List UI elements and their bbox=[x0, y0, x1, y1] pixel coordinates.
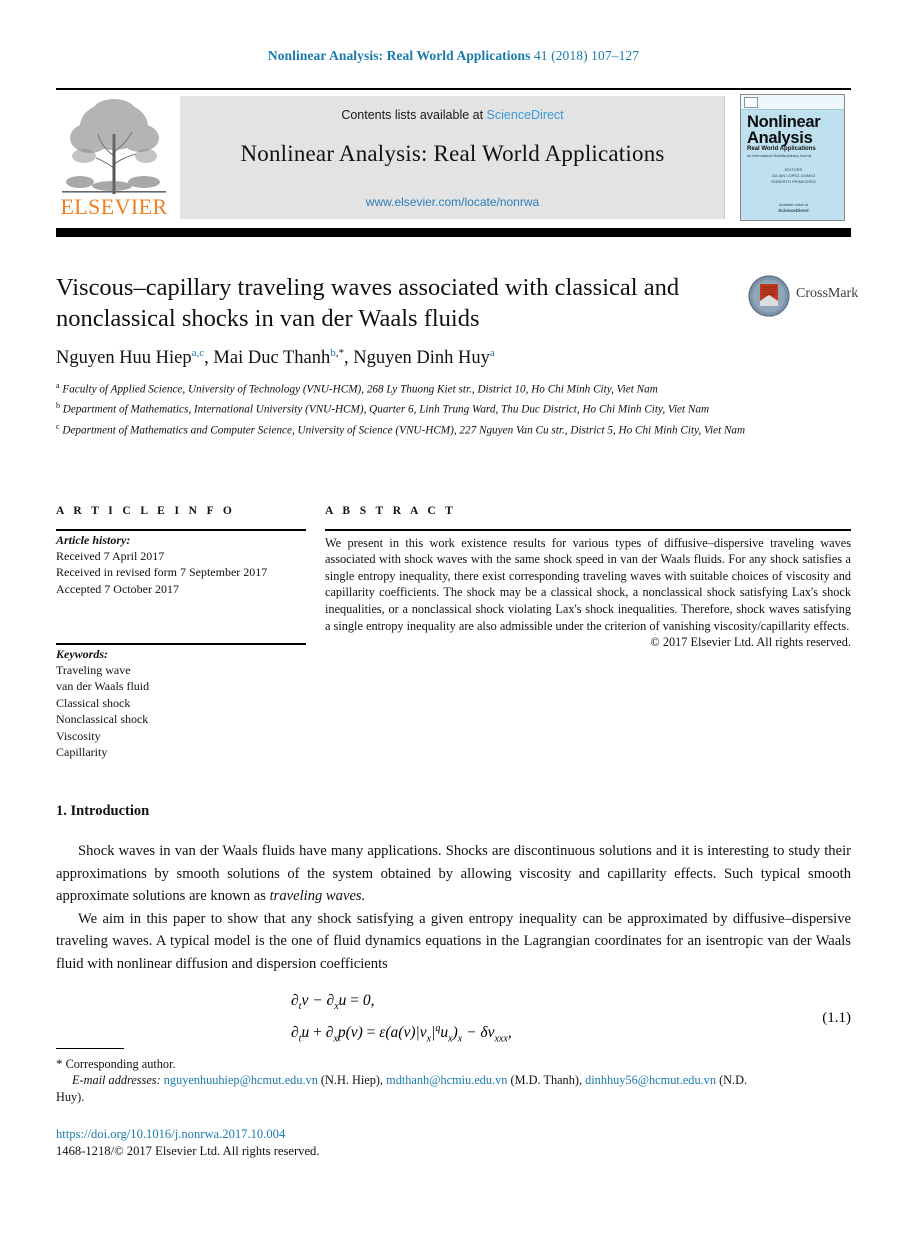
footnote-block: * Corresponding author. E-mail addresses… bbox=[56, 1056, 756, 1105]
journal-cover-thumbnail[interactable]: Nonlinear Analysis Real World Applicatio… bbox=[740, 94, 845, 221]
contents-prefix: Contents lists available at bbox=[341, 108, 487, 122]
keyword-item: Nonclassical shock bbox=[56, 712, 149, 727]
author-list: Nguyen Huu Hiepa,c, Mai Duc Thanhb,*, Ng… bbox=[56, 347, 756, 369]
affiliation-c: c Department of Mathematics and Computer… bbox=[56, 419, 756, 439]
running-head-volume: 41 (2018) 107–127 bbox=[533, 48, 640, 63]
cover-bottom-brand: ScienceDirect bbox=[778, 208, 809, 213]
author-3-name: Nguyen Dinh Huy bbox=[353, 348, 490, 369]
abstract-copyright: © 2017 Elsevier Ltd. All rights reserved… bbox=[650, 635, 851, 650]
journal-homepage-link[interactable]: www.elsevier.com/locate/nonrwa bbox=[180, 195, 725, 209]
doi-link[interactable]: https://doi.org/10.1016/j.nonrwa.2017.10… bbox=[56, 1126, 756, 1143]
masthead-black-band bbox=[56, 228, 851, 237]
cover-title-line2: Analysis bbox=[747, 129, 813, 147]
keyword-item: Viscosity bbox=[56, 728, 101, 743]
article-info-rule bbox=[56, 529, 306, 531]
affiliation-b: b Department of Mathematics, Internation… bbox=[56, 398, 756, 418]
equation-1-1-number: (1.1) bbox=[822, 1010, 851, 1026]
affiliation-a-label: a bbox=[56, 381, 60, 390]
history-item-revised: Received in revised form 7 September 201… bbox=[56, 565, 268, 580]
intro-paragraph-2: We aim in this paper to show that any sh… bbox=[56, 910, 851, 972]
cover-elsevier-mark bbox=[744, 97, 758, 108]
email-link-2[interactable]: mdthanh@hcmiu.edu.vn bbox=[386, 1073, 507, 1087]
paper-page: Nonlinear Analysis: Real World Applicati… bbox=[0, 0, 907, 1238]
keyword-item: van der Waals fluid bbox=[56, 679, 150, 694]
intro-paragraph-1-text: Shock waves in van der Waals fluids have… bbox=[56, 843, 851, 905]
cover-subtitle2: An International Multidisciplinary Journ… bbox=[747, 154, 812, 158]
email-link-1[interactable]: nguyenhuuhiep@hcmut.edu.vn bbox=[164, 1073, 318, 1087]
issn-copyright-line: 1468-1218/© 2017 Elsevier Ltd. All right… bbox=[56, 1143, 320, 1158]
author-1-name: Nguyen Huu Hiep bbox=[56, 348, 192, 369]
cover-subtitle: Real World Applications bbox=[747, 146, 816, 152]
corresponding-author-text: Corresponding author. bbox=[65, 1057, 176, 1071]
article-history-list: Received 7 April 2017 Received in revise… bbox=[56, 548, 306, 598]
crossmark-badge[interactable]: CrossMark bbox=[748, 275, 858, 321]
email-link-3[interactable]: dinhhuy56@hcmut.edu.vn bbox=[585, 1073, 716, 1087]
article-history-title: Article history: bbox=[56, 532, 131, 547]
affiliation-b-text: Department of Mathematics, International… bbox=[62, 404, 710, 417]
footnote-separator bbox=[56, 1048, 124, 1050]
history-item-accepted: Accepted 7 October 2017 bbox=[56, 581, 179, 596]
keywords-list: Traveling wave van der Waals fluid Class… bbox=[56, 662, 306, 761]
keyword-item: Classical shock bbox=[56, 695, 131, 710]
affiliation-a: a Faculty of Applied Science, University… bbox=[56, 378, 756, 398]
affiliations-block: a Faculty of Applied Science, University… bbox=[56, 378, 756, 439]
intro-paragraph-1: Shock waves in van der Waals fluids have… bbox=[56, 840, 851, 908]
crossmark-label: CrossMark bbox=[796, 286, 859, 301]
section-heading-introduction: 1. Introduction bbox=[56, 803, 150, 819]
running-head: Nonlinear Analysis: Real World Applicati… bbox=[0, 48, 907, 64]
corresponding-author-marker: ,* bbox=[335, 347, 344, 359]
email-addresses-note: E-mail addresses: nguyenhuuhiep@hcmut.ed… bbox=[56, 1072, 756, 1105]
affiliation-a-text: Faculty of Applied Science, University o… bbox=[62, 383, 658, 396]
cover-bottom-text: Available online at bbox=[778, 203, 809, 207]
crossmark-icon bbox=[748, 275, 790, 317]
running-head-journal: Nonlinear Analysis: Real World Applicati… bbox=[267, 48, 531, 63]
author-1-affil-marks: a,c bbox=[191, 347, 205, 359]
abstract-column: A B S T R A C T We present in this work … bbox=[325, 505, 851, 650]
keyword-item: Traveling wave bbox=[56, 662, 131, 677]
author-sep-2: , bbox=[343, 348, 354, 369]
equation-1-1-body: ∂tv − ∂xu = 0, ∂tu + ∂xp(v) = ε(a(v)|vx|… bbox=[291, 992, 512, 1045]
keyword-item: Capillarity bbox=[56, 745, 108, 760]
author-1: Nguyen Huu Hiepa,c bbox=[56, 347, 205, 369]
doi-block: https://doi.org/10.1016/j.nonrwa.2017.10… bbox=[56, 1126, 756, 1159]
affiliation-b-label: b bbox=[56, 401, 60, 411]
email-owner-2: (M.D. Thanh) bbox=[510, 1073, 579, 1088]
abstract-heading: A B S T R A C T bbox=[325, 505, 457, 517]
cover-topbar bbox=[741, 95, 844, 110]
author-2: Mai Duc Thanhb,* bbox=[213, 347, 344, 369]
affiliation-c-text: Department of Mathematics and Computer S… bbox=[62, 424, 746, 437]
masthead-content-box: Contents lists available at ScienceDirec… bbox=[180, 96, 725, 219]
history-item-received: Received 7 April 2017 bbox=[56, 548, 165, 563]
corresponding-author-note: * Corresponding author. bbox=[56, 1056, 756, 1072]
email-sep-2: , bbox=[578, 1073, 583, 1088]
page-title: Viscous–capillary traveling waves associ… bbox=[56, 274, 680, 332]
author-3: Nguyen Dinh Huya bbox=[353, 347, 495, 369]
contents-available-line: Contents lists available at ScienceDirec… bbox=[180, 108, 725, 122]
keywords-block: Keywords: Traveling wave van der Waals f… bbox=[56, 643, 306, 761]
email-owner-1: (N.H. Hiep) bbox=[320, 1073, 380, 1088]
elsevier-wordmark: ELSEVIER bbox=[60, 194, 168, 219]
keywords-rule bbox=[56, 643, 306, 645]
elsevier-tree-icon bbox=[62, 99, 166, 194]
author-2-name: Mai Duc Thanh bbox=[213, 348, 331, 369]
elsevier-logo: ELSEVIER bbox=[58, 94, 170, 222]
affiliation-c-label: c bbox=[56, 421, 60, 431]
article-info-heading: A R T I C L E I N F O bbox=[56, 505, 236, 517]
cover-bottom-note: Available online at ScienceDirect bbox=[741, 203, 844, 214]
article-info-column: A R T I C L E I N F O Article history: R… bbox=[56, 505, 306, 761]
body-text-block: Shock waves in van der Waals fluids have… bbox=[56, 840, 851, 976]
abstract-rule bbox=[325, 529, 851, 531]
abstract-text: We present in this work existence result… bbox=[325, 535, 851, 633]
intro-paragraph-1-italic: traveling waves. bbox=[269, 888, 366, 905]
cover-editors: EDITORS JULIAN LOPEZ-GOMEZ ROBERTO PRIMICE… bbox=[771, 167, 816, 184]
corresponding-author-star: * bbox=[56, 1056, 63, 1071]
masthead-top-rule bbox=[56, 88, 851, 90]
masthead-journal-title: Nonlinear Analysis: Real World Applicati… bbox=[240, 141, 665, 166]
cover-title-line1: Nonlinear bbox=[747, 113, 821, 131]
keywords-title: Keywords: bbox=[56, 646, 108, 661]
author-3-affil-marks: a bbox=[489, 347, 495, 359]
email-label: E-mail addresses: bbox=[72, 1073, 161, 1088]
journal-masthead: ELSEVIER Contents lists available at Sci… bbox=[56, 88, 851, 226]
sciencedirect-link[interactable]: ScienceDirect bbox=[487, 108, 564, 122]
